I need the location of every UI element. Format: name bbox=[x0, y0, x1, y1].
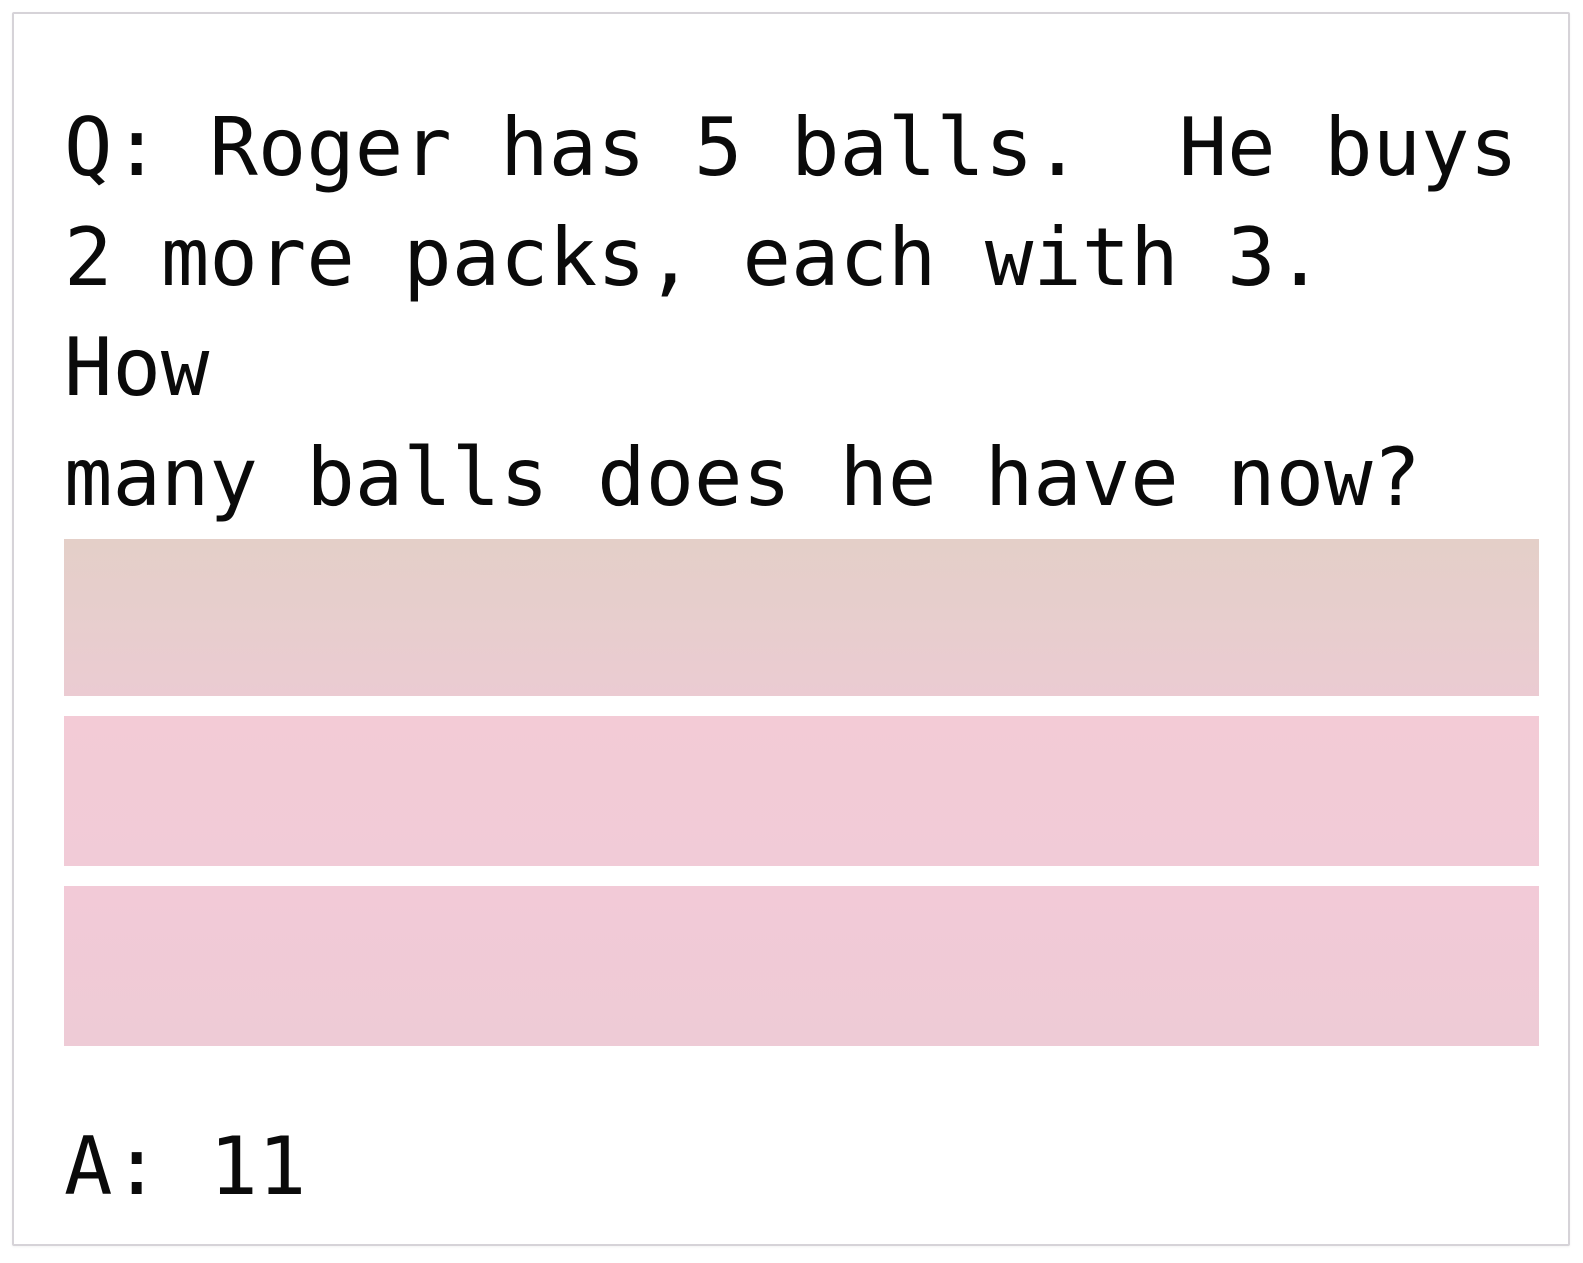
code-line-row: answer = num_balls bbox=[64, 886, 1539, 1046]
answer-text: A: 11 bbox=[64, 1119, 307, 1213]
question-text: Q: Roger has 5 balls. He buys 2 more pac… bbox=[64, 100, 1518, 524]
code-line-row: num_balls += 2 * 3 bbox=[64, 716, 1539, 866]
code-line-row: num_balls = 5 bbox=[64, 539, 1539, 696]
screenshot-root: Q: Roger has 5 balls. He buys 2 more pac… bbox=[0, 0, 1583, 1263]
prompt-card: Q: Roger has 5 balls. He buys 2 more pac… bbox=[12, 12, 1570, 1246]
code-block: num_balls = 5 num_balls += 2 * 3 answer … bbox=[64, 539, 1539, 1046]
